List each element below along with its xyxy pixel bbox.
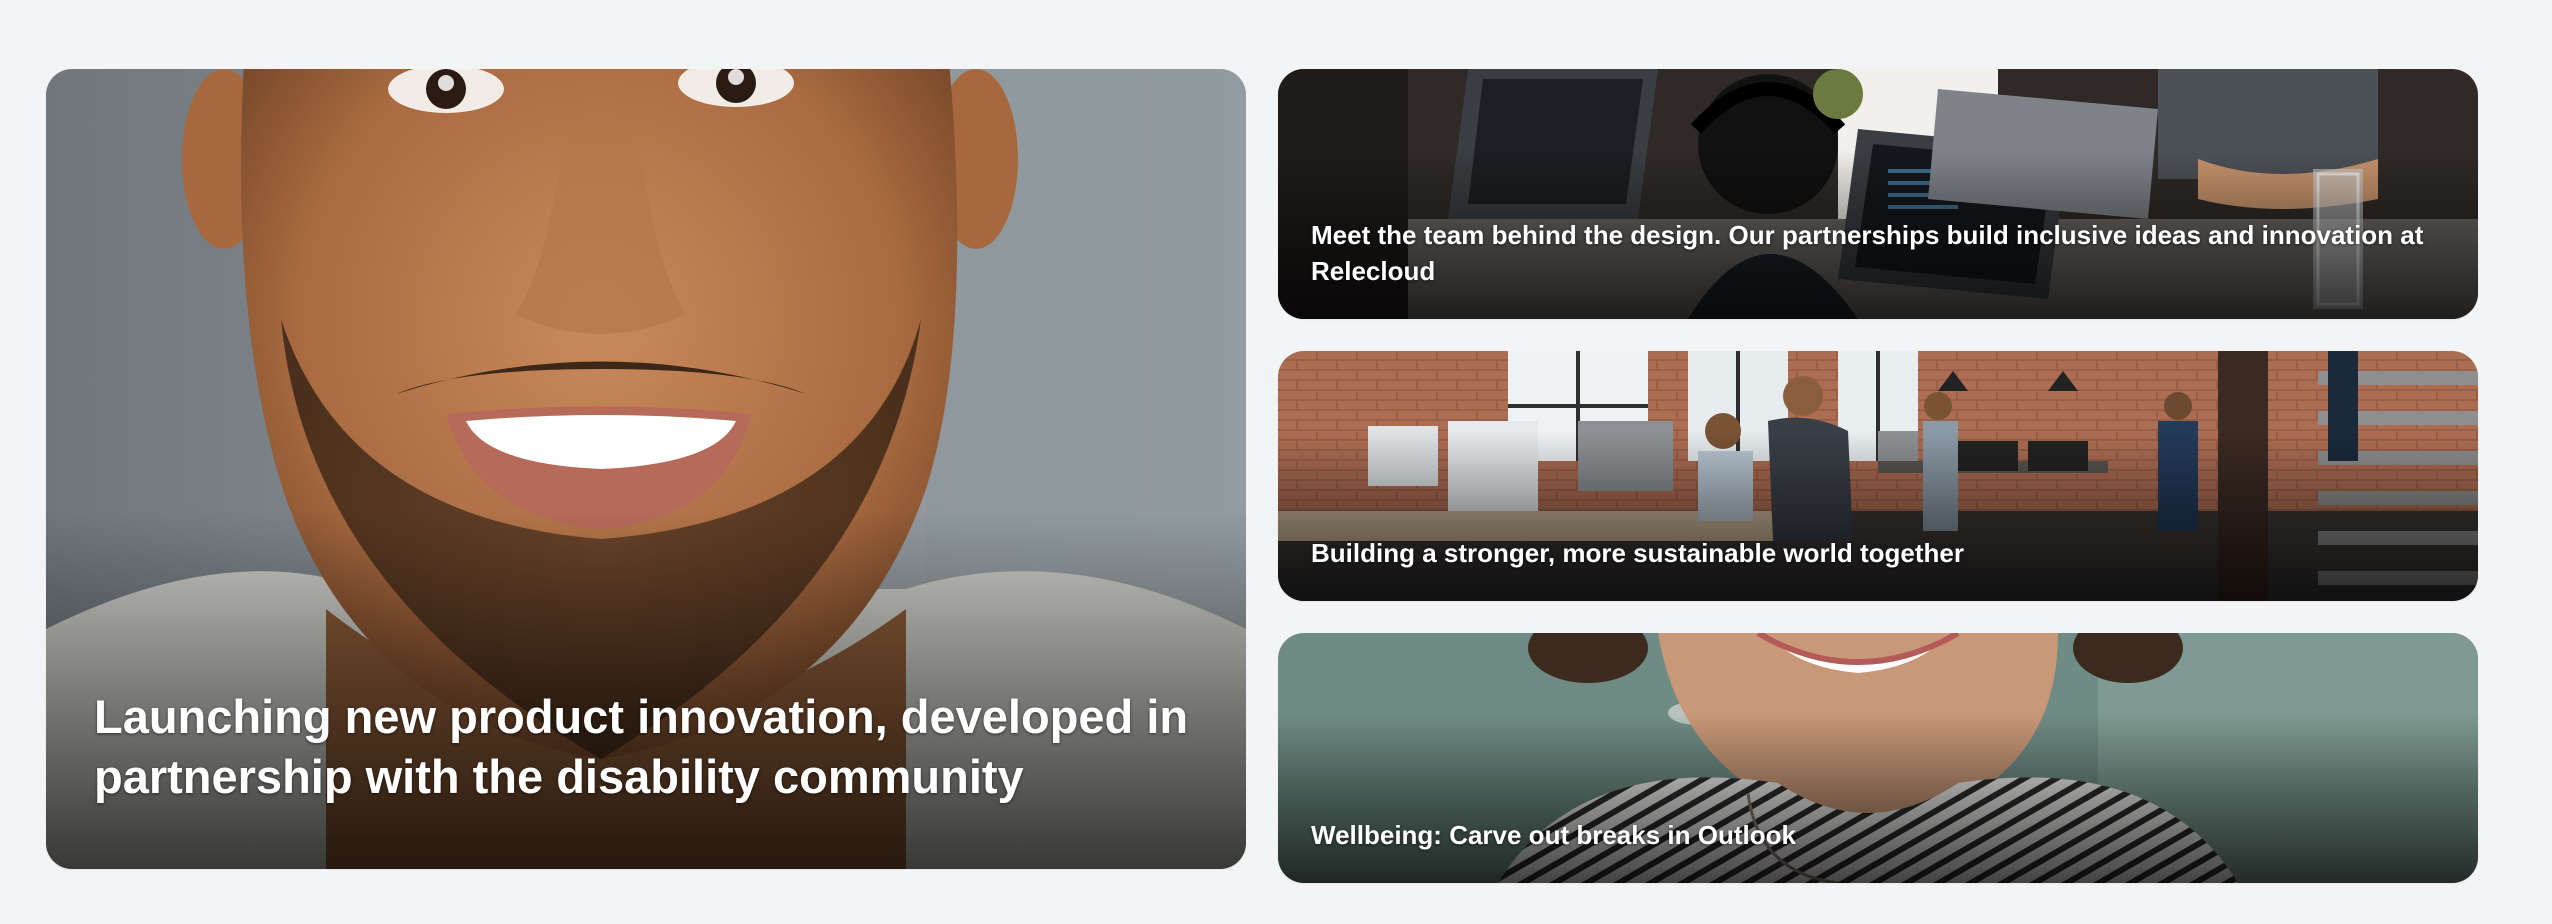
featured-news-card-3[interactable]: Wellbeing: Carve out breaks in Outlook — [1278, 633, 2478, 883]
caption-gradient — [1278, 431, 2478, 601]
featured-news-card-main[interactable]: Launching new product innovation, develo… — [46, 69, 1246, 869]
featured-news-card-2[interactable]: Building a stronger, more sustainable wo… — [1278, 351, 2478, 601]
featured-news-title-1[interactable]: Meet the team behind the design. Our par… — [1311, 217, 2438, 289]
featured-news-title-main[interactable]: Launching new product innovation, develo… — [94, 687, 1204, 807]
news-hero-section: Launching new product innovation, develo… — [0, 0, 2552, 924]
featured-news-card-1[interactable]: Meet the team behind the design. Our par… — [1278, 69, 2478, 319]
featured-news-title-2[interactable]: Building a stronger, more sustainable wo… — [1311, 535, 2438, 571]
featured-news-title-3[interactable]: Wellbeing: Carve out breaks in Outlook — [1311, 817, 2438, 853]
caption-gradient — [1278, 713, 2478, 883]
